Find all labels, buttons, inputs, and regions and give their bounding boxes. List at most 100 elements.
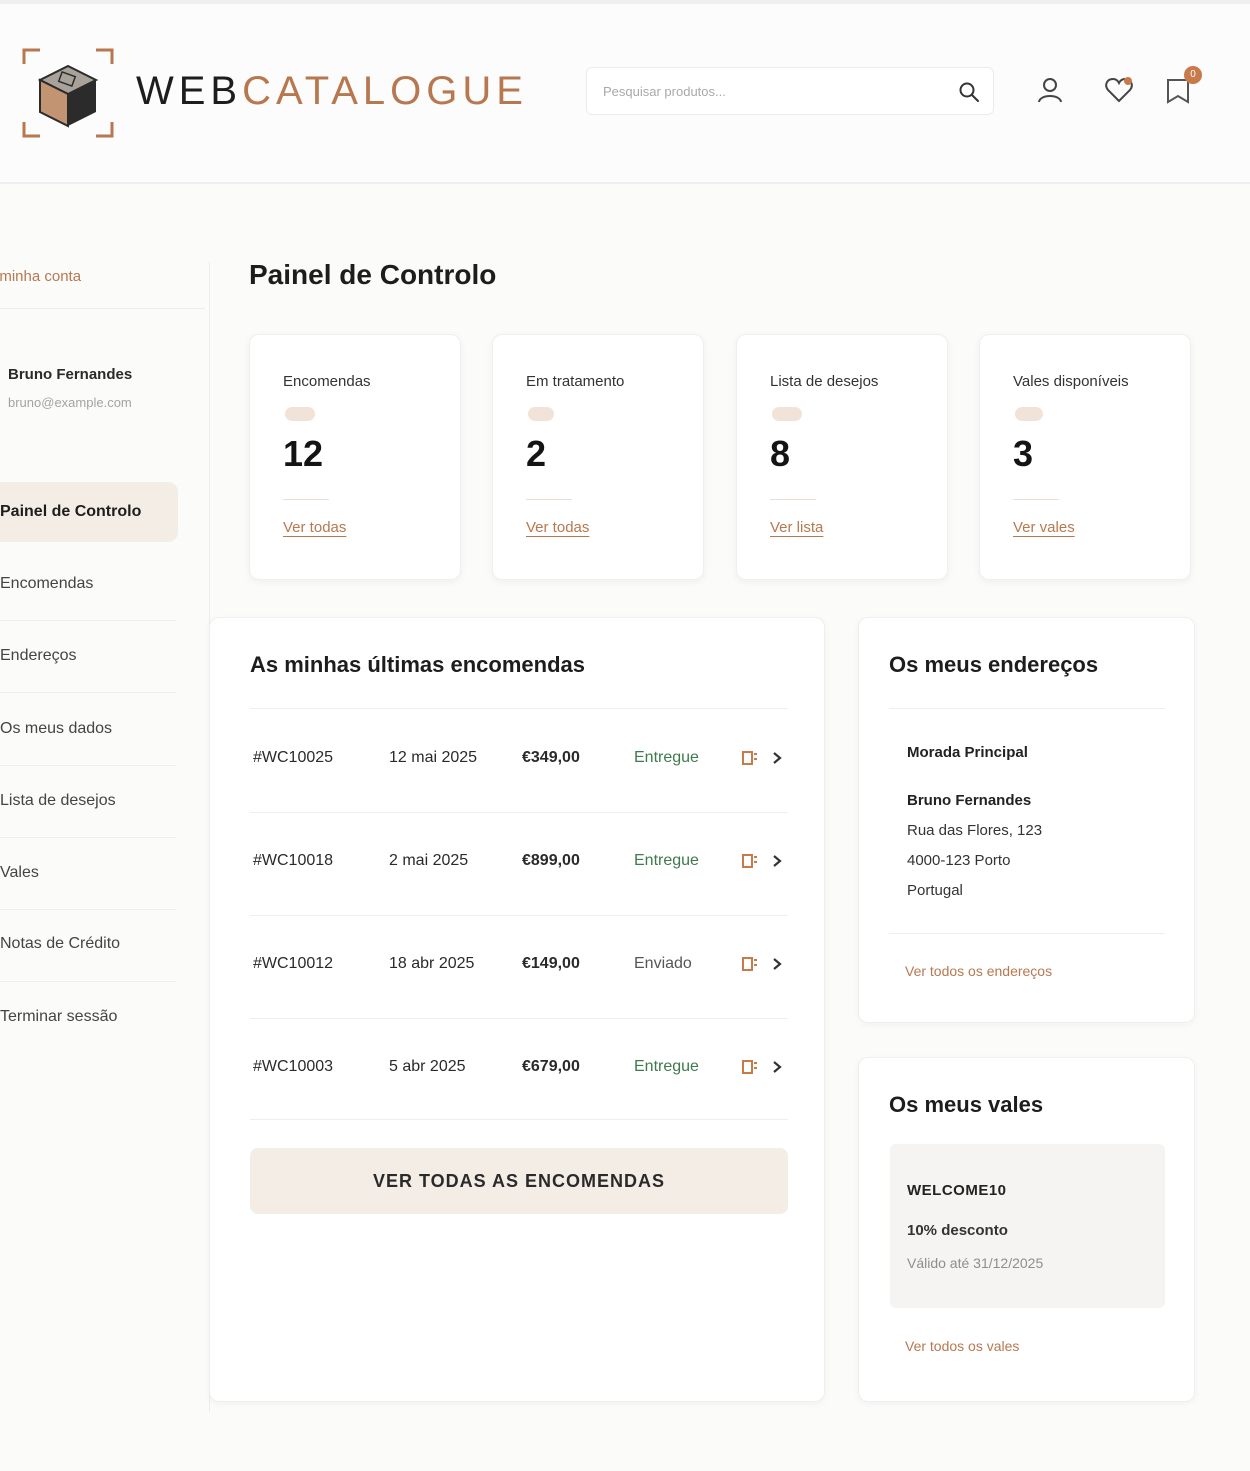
order-id: #WC10012: [253, 955, 334, 972]
user-email: bruno@example.com: [8, 395, 132, 410]
sidebar-title[interactable]: A minha conta: [0, 268, 81, 285]
order-row[interactable]: #WC10025 12 mai 2025 €349,00 Entregue: [250, 709, 788, 812]
sidebar-item-orders[interactable]: Encomendas: [0, 554, 178, 614]
brand-part1: WEB: [136, 69, 243, 113]
view-all-vouchers-link[interactable]: Ver todos os vales: [905, 1338, 1019, 1354]
vouchers-title: Os meus vales: [889, 1092, 1044, 1117]
order-status: Entregue: [634, 749, 699, 766]
user-name: Bruno Fernandes: [8, 366, 133, 383]
address-line2: 4000-123 Porto: [907, 852, 1011, 869]
nav-divider: [0, 981, 176, 982]
stat-value: 3: [1013, 433, 1034, 474]
order-divider: [250, 1119, 788, 1120]
order-status: Enviado: [634, 955, 692, 972]
addresses-divider: [889, 933, 1165, 934]
view-all-addresses-link[interactable]: Ver todos os endereços: [905, 963, 1052, 979]
order-id: #WC10018: [253, 852, 334, 869]
stat-link-view-all-orders[interactable]: Ver todas: [283, 519, 346, 536]
site-header: WEBCATALOGUE 0: [0, 0, 1250, 184]
sidebar-item-logout[interactable]: Terminar sessão: [0, 987, 178, 1047]
addresses-divider: [889, 708, 1165, 709]
heart-icon: [772, 407, 802, 421]
recent-orders-panel: As minhas últimas encomendas #WC10025 12…: [209, 617, 825, 1402]
ticket-icon: [1015, 407, 1043, 421]
sidebar-item-my-data[interactable]: Os meus dados: [0, 699, 178, 759]
brand-part2: CATALOGUE: [242, 69, 528, 113]
box-icon: [285, 407, 315, 421]
wishlist-indicator-dot: [1124, 77, 1132, 85]
order-status: Entregue: [634, 852, 699, 869]
cart-button[interactable]: 0: [1162, 66, 1202, 106]
order-date: 18 abr 2025: [389, 955, 475, 972]
nav-divider: [0, 620, 176, 621]
chevron-right-icon[interactable]: [770, 956, 784, 972]
order-total: €679,00: [522, 1058, 580, 1075]
stat-label: Lista de desejos: [770, 373, 879, 390]
sidebar-item-credit-notes[interactable]: Notas de Crédito: [0, 914, 178, 974]
order-id: #WC10003: [253, 1058, 334, 1075]
chevron-right-icon[interactable]: [770, 750, 784, 766]
stat-label: Vales disponíveis: [1013, 373, 1129, 390]
stat-link-view-list[interactable]: Ver lista: [770, 519, 823, 536]
order-id: #WC10025: [253, 749, 334, 766]
voucher-card[interactable]: WELCOME10 10% desconto Válido até 31/12/…: [890, 1144, 1165, 1308]
order-row[interactable]: #WC10003 5 abr 2025 €679,00 Entregue: [250, 1018, 788, 1121]
clock-icon: [528, 407, 554, 421]
order-date: 5 abr 2025: [389, 1058, 466, 1075]
address-label: Morada Principal: [907, 744, 1028, 761]
nav-divider: [0, 909, 176, 910]
sidebar-divider: [0, 308, 205, 309]
invoice-icon[interactable]: [741, 955, 759, 973]
sidebar-item-wishlist[interactable]: Lista de desejos: [0, 771, 178, 831]
stat-value: 12: [283, 433, 324, 474]
stat-card-orders: Encomendas 12 Ver todas: [249, 334, 461, 580]
order-row[interactable]: #WC10012 18 abr 2025 €149,00 Enviado: [250, 915, 788, 1018]
address-line1: Rua das Flores, 123: [907, 822, 1043, 839]
user-icon[interactable]: [1034, 74, 1066, 106]
stat-link-view-vouchers[interactable]: Ver vales: [1013, 519, 1075, 536]
view-all-orders-button[interactable]: VER TODAS AS ENCOMENDAS: [250, 1148, 788, 1214]
order-total: €899,00: [522, 852, 580, 869]
brand-wordmark[interactable]: WEBCATALOGUE: [136, 68, 528, 114]
chevron-right-icon[interactable]: [770, 853, 784, 869]
recent-orders-title: As minhas últimas encomendas: [250, 652, 585, 677]
order-status: Entregue: [634, 1058, 699, 1075]
stat-link-view-all-processing[interactable]: Ver todas: [526, 519, 589, 536]
nav-divider: [0, 765, 176, 766]
search-box: [586, 67, 994, 115]
stat-card-vouchers: Vales disponíveis 3 Ver vales: [979, 334, 1191, 580]
address-name: Bruno Fernandes: [907, 792, 1032, 809]
order-total: €149,00: [522, 955, 580, 972]
voucher-discount: 10% desconto: [907, 1222, 1008, 1239]
stat-card-processing: Em tratamento 2 Ver todas: [492, 334, 704, 580]
wishlist-button[interactable]: [1103, 74, 1135, 106]
logo-box-icon[interactable]: [20, 44, 116, 142]
stat-card-wishlist: Lista de desejos 8 Ver lista: [736, 334, 948, 580]
addresses-panel: Os meus endereços Morada Principal Bruno…: [858, 617, 1195, 1023]
search-icon[interactable]: [957, 80, 981, 104]
sidebar-item-dashboard[interactable]: Painel de Controlo: [0, 482, 178, 542]
nav-divider: [0, 837, 176, 838]
invoice-icon[interactable]: [741, 749, 759, 767]
sidebar-item-vouchers[interactable]: Vales: [0, 843, 178, 903]
order-total: €349,00: [522, 749, 580, 766]
cart-count-badge: 0: [1184, 66, 1202, 84]
nav-divider: [0, 692, 176, 693]
stat-value: 8: [770, 433, 791, 474]
addresses-title: Os meus endereços: [889, 652, 1099, 677]
order-date: 12 mai 2025: [389, 749, 478, 766]
order-row[interactable]: #WC10018 2 mai 2025 €899,00 Entregue: [250, 812, 788, 915]
order-date: 2 mai 2025: [389, 852, 469, 869]
search-input[interactable]: [587, 68, 947, 114]
invoice-icon[interactable]: [741, 1058, 759, 1076]
invoice-icon[interactable]: [741, 852, 759, 870]
stat-divider: [1013, 499, 1059, 500]
voucher-validity: Válido até 31/12/2025: [907, 1255, 1044, 1271]
stat-divider: [770, 499, 816, 500]
vouchers-panel: Os meus vales WELCOME10 10% desconto Vál…: [858, 1057, 1195, 1402]
chevron-right-icon[interactable]: [770, 1059, 784, 1075]
stat-divider: [526, 499, 572, 500]
address-country: Portugal: [907, 882, 963, 899]
sidebar-item-addresses[interactable]: Endereços: [0, 626, 178, 686]
stat-divider: [283, 499, 329, 500]
